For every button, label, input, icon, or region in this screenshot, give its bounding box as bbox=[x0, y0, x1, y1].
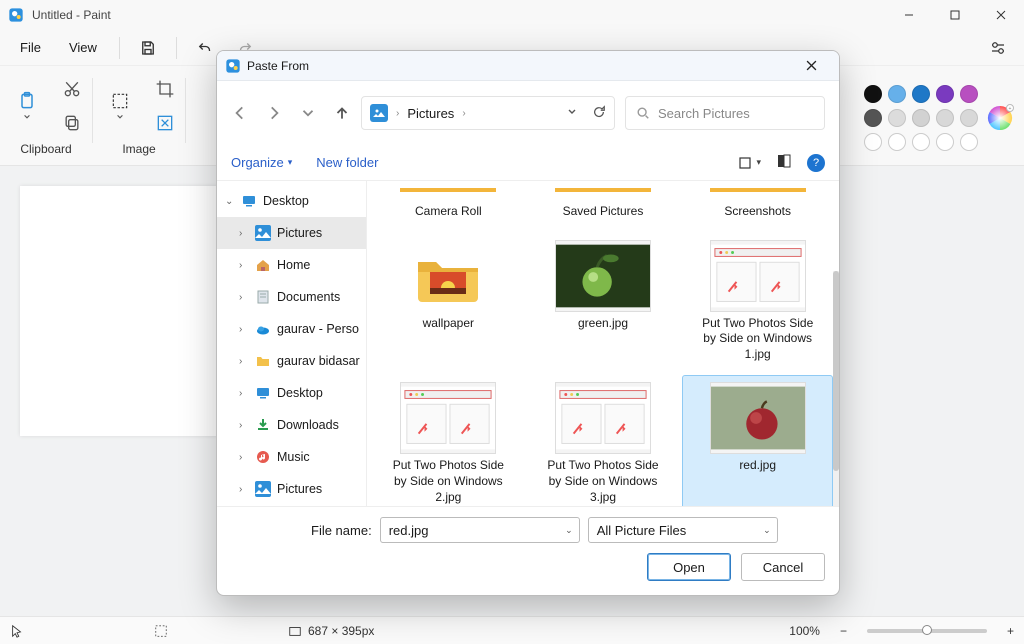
color-swatch[interactable] bbox=[960, 85, 978, 103]
file-item[interactable]: Put Two Photos Side by Side on Windows 2… bbox=[373, 375, 524, 506]
file-list: Camera RollSaved PicturesScreenshots wall… bbox=[367, 181, 839, 506]
open-button[interactable]: Open bbox=[647, 553, 731, 581]
nav-forward-button[interactable] bbox=[265, 104, 283, 122]
color-swatch[interactable] bbox=[864, 85, 882, 103]
color-swatch[interactable] bbox=[864, 133, 882, 151]
color-swatch[interactable] bbox=[912, 85, 930, 103]
tree-item[interactable]: ›Music bbox=[217, 441, 366, 473]
copy-icon[interactable] bbox=[62, 113, 82, 133]
color-swatch[interactable] bbox=[888, 85, 906, 103]
zoom-in-button[interactable]: + bbox=[1007, 624, 1014, 638]
statusbar: 687 × 395px 100% − + bbox=[0, 616, 1024, 644]
folder-item[interactable]: Camera Roll bbox=[373, 181, 524, 227]
tree-item[interactable]: ⌄Desktop bbox=[217, 185, 366, 217]
tree-item[interactable]: ›Pictures bbox=[217, 217, 366, 249]
filename-label: File name: bbox=[311, 523, 372, 538]
menu-view[interactable]: View bbox=[57, 34, 109, 61]
color-swatch[interactable] bbox=[936, 85, 954, 103]
window-maximize-button[interactable] bbox=[932, 0, 978, 30]
cut-icon[interactable] bbox=[62, 79, 82, 99]
tree-item[interactable]: ›Downloads bbox=[217, 409, 366, 441]
color-swatches: + bbox=[864, 74, 1014, 161]
paste-from-dialog: Paste From › Pictures › Search Pictures … bbox=[216, 50, 840, 596]
tree-item[interactable]: ›gaurav - Perso bbox=[217, 313, 366, 345]
ribbon-group-image: Image bbox=[103, 74, 175, 161]
select-tool[interactable] bbox=[103, 79, 137, 133]
pictures-icon bbox=[370, 104, 388, 122]
color-swatch[interactable] bbox=[888, 109, 906, 127]
folder-item[interactable]: Screenshots bbox=[682, 181, 833, 227]
paint-app-icon bbox=[8, 7, 24, 23]
preview-pane-button[interactable] bbox=[777, 154, 791, 171]
save-button[interactable] bbox=[130, 32, 166, 64]
organize-menu[interactable]: Organize▾ bbox=[231, 155, 292, 170]
image-label: Image bbox=[122, 142, 155, 156]
color-swatch[interactable] bbox=[960, 109, 978, 127]
dialog-titlebar: Paste From bbox=[217, 51, 839, 81]
window-title: Untitled - Paint bbox=[32, 8, 111, 22]
file-item[interactable]: wallpaper bbox=[373, 233, 524, 370]
dialog-bottom: File name: red.jpg⌄ All Picture Files⌄ O… bbox=[217, 506, 839, 595]
tree-item[interactable]: ›Home bbox=[217, 249, 366, 281]
nav-back-button[interactable] bbox=[231, 104, 249, 122]
tree-item[interactable]: ›Documents bbox=[217, 281, 366, 313]
dialog-title: Paste From bbox=[247, 59, 309, 73]
color-swatch[interactable] bbox=[960, 133, 978, 151]
window-close-button[interactable] bbox=[978, 0, 1024, 30]
color-swatch[interactable] bbox=[864, 109, 882, 127]
file-item[interactable]: green.jpg bbox=[528, 233, 679, 370]
color-swatch[interactable] bbox=[936, 109, 954, 127]
breadcrumb[interactable]: › Pictures › bbox=[361, 96, 615, 130]
dialog-toolbar: Organize▾ New folder ▾ ? bbox=[217, 145, 839, 181]
selection-status-icon bbox=[154, 624, 168, 638]
nav-up-button[interactable] bbox=[333, 104, 351, 122]
menu-file[interactable]: File bbox=[8, 34, 53, 61]
nav-recent-button[interactable] bbox=[299, 104, 317, 122]
clipboard-label: Clipboard bbox=[20, 142, 71, 156]
tree-item[interactable]: ›gaurav bidasar bbox=[217, 345, 366, 377]
titlebar: Untitled - Paint bbox=[0, 0, 1024, 30]
ribbon-group-clipboard: Clipboard bbox=[10, 74, 82, 161]
filename-input[interactable]: red.jpg⌄ bbox=[380, 517, 580, 543]
settings-icon[interactable] bbox=[980, 32, 1016, 64]
dialog-close-button[interactable] bbox=[791, 51, 831, 81]
zoom-out-button[interactable]: − bbox=[840, 624, 847, 638]
folder-item[interactable]: Saved Pictures bbox=[528, 181, 679, 227]
cursor-tool-icon bbox=[10, 624, 24, 638]
window-minimize-button[interactable] bbox=[886, 0, 932, 30]
zoom-slider[interactable] bbox=[867, 629, 987, 633]
resize-icon[interactable] bbox=[155, 113, 175, 133]
canvas-dimensions: 687 × 395px bbox=[288, 624, 374, 638]
search-input[interactable]: Search Pictures bbox=[625, 96, 825, 130]
tree-item[interactable]: ›Desktop bbox=[217, 377, 366, 409]
new-folder-button[interactable]: New folder bbox=[316, 155, 378, 170]
crop-icon[interactable] bbox=[155, 79, 175, 99]
scrollbar[interactable] bbox=[833, 271, 839, 506]
color-swatch[interactable] bbox=[912, 109, 930, 127]
folder-tree: ⌄Desktop›Pictures›Home›Documents›gaurav … bbox=[217, 181, 367, 506]
breadcrumb-seg[interactable]: Pictures bbox=[407, 106, 454, 121]
chevron-down-icon bbox=[116, 113, 124, 121]
file-item[interactable]: Put Two Photos Side by Side on Windows 3… bbox=[528, 375, 679, 506]
breadcrumb-dropdown[interactable] bbox=[566, 105, 578, 122]
color-swatch[interactable] bbox=[888, 133, 906, 151]
search-icon bbox=[636, 106, 650, 120]
help-icon[interactable]: ? bbox=[807, 154, 825, 172]
zoom-level: 100% bbox=[789, 624, 820, 638]
chevron-down-icon bbox=[23, 113, 31, 121]
color-swatch[interactable] bbox=[912, 133, 930, 151]
color-picker-icon[interactable]: + bbox=[986, 104, 1014, 132]
file-type-filter[interactable]: All Picture Files⌄ bbox=[588, 517, 778, 543]
dialog-nav: › Pictures › Search Pictures bbox=[217, 81, 839, 145]
tree-item[interactable]: ›Pictures bbox=[217, 473, 366, 505]
color-swatch[interactable] bbox=[936, 133, 954, 151]
paste-button[interactable] bbox=[10, 79, 44, 133]
view-mode-button[interactable]: ▾ bbox=[738, 156, 761, 170]
refresh-button[interactable] bbox=[592, 105, 606, 122]
file-item[interactable]: Put Two Photos Side by Side on Windows 1… bbox=[682, 233, 833, 370]
cancel-button[interactable]: Cancel bbox=[741, 553, 825, 581]
file-item[interactable]: red.jpg bbox=[682, 375, 833, 506]
svg-text:+: + bbox=[1009, 106, 1012, 112]
dialog-app-icon bbox=[225, 58, 241, 74]
